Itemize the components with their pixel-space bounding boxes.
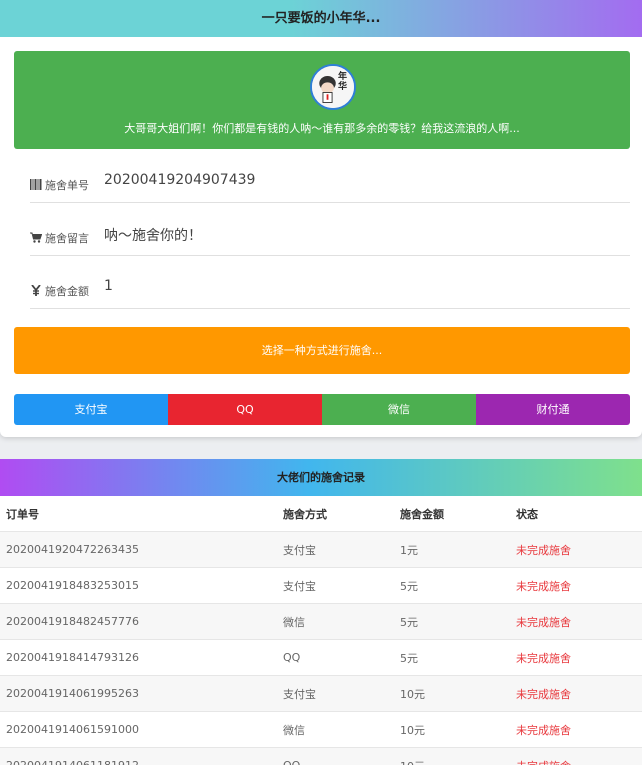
barcode-icon: [30, 177, 42, 191]
donation-card: 一只要饭的小年华... 年华 大哥哥大姐们啊！你们都是有钱的人呐～谁有那多余的零…: [0, 0, 642, 437]
amount-field: 施舍金额 1: [30, 276, 630, 309]
cell-method: 微信: [283, 711, 400, 748]
cart-icon: [30, 230, 42, 244]
qq-pay-button[interactable]: QQ: [168, 394, 322, 425]
cell-amount: 5元: [400, 567, 516, 604]
order-number-field: 施舍单号 20200419204907439: [30, 170, 630, 203]
tenpay-button[interactable]: 财付通: [476, 394, 630, 425]
table-row: 2020041914061995263 支付宝 10元 未完成施舍: [0, 675, 642, 712]
cell-amount: 5元: [400, 639, 516, 676]
cell-status: 未完成施舍: [516, 711, 642, 748]
cell-method: 支付宝: [283, 531, 400, 568]
cell-status: 未完成施舍: [516, 603, 642, 640]
cell-order: 2020041918414793126: [0, 639, 283, 676]
cell-amount: 10元: [400, 675, 516, 712]
cell-status: 未完成施舍: [516, 531, 642, 568]
cell-order: 2020041914061181912: [0, 747, 283, 765]
cell-status: 未完成施舍: [516, 675, 642, 712]
cell-order: 2020041918482457776: [0, 603, 283, 640]
column-header-order: 订单号: [0, 496, 283, 532]
column-header-amount: 施舍金额: [400, 496, 516, 532]
choose-payment-banner: 选择一种方式进行施舍...: [14, 327, 630, 374]
banner: 年华 大哥哥大姐们啊！你们都是有钱的人呐～谁有那多余的零钱？给我这流浪的人啊..…: [14, 51, 630, 149]
cell-status: 未完成施舍: [516, 639, 642, 676]
cell-order: 2020041914061995263: [0, 675, 283, 712]
cell-method: 支付宝: [283, 567, 400, 604]
cell-status: 未完成施舍: [516, 567, 642, 604]
wechat-pay-button[interactable]: 微信: [322, 394, 476, 425]
cell-amount: 10元: [400, 747, 516, 765]
cell-amount: 1元: [400, 531, 516, 568]
table-row: 2020041918414793126 QQ 5元 未完成施舍: [0, 639, 642, 676]
table-header-row: 订单号 施舍方式 施舍金额 状态: [0, 496, 642, 532]
cell-order: 2020041920472263435: [0, 531, 283, 568]
table-row: 2020041914061591000 微信 10元 未完成施舍: [0, 711, 642, 748]
cell-method: 微信: [283, 603, 400, 640]
avatar: 年华: [310, 64, 356, 110]
amount-input[interactable]: 1: [104, 278, 113, 294]
cell-method: 支付宝: [283, 675, 400, 712]
donation-records: 大佬们的施舍记录 订单号 施舍方式 施舍金额 状态 20200419204722…: [0, 459, 642, 765]
cell-status: 未完成施舍: [516, 747, 642, 765]
message-input[interactable]: 呐～施舍你的！: [104, 225, 202, 245]
table-row: 2020041918482457776 微信 5元 未完成施舍: [0, 603, 642, 640]
cell-amount: 10元: [400, 711, 516, 748]
cell-order: 2020041914061591000: [0, 711, 283, 748]
table-row: 2020041918483253015 支付宝 5元 未完成施舍: [0, 567, 642, 604]
cell-method: QQ: [283, 747, 400, 765]
cell-order: 2020041918483253015: [0, 567, 283, 604]
column-header-status: 状态: [516, 496, 642, 532]
message-field: 施舍留言 呐～施舍你的！: [30, 223, 630, 256]
cell-method: QQ: [283, 639, 400, 676]
alipay-button[interactable]: 支付宝: [14, 394, 168, 425]
table-row: 2020041920472263435 支付宝 1元 未完成施舍: [0, 531, 642, 568]
message-label: 施舍留言: [45, 232, 89, 245]
table-row: 2020041914061181912 QQ 10元 未完成施舍: [0, 747, 642, 765]
cell-amount: 5元: [400, 603, 516, 640]
avatar-text: 年华: [338, 72, 348, 92]
order-number-value[interactable]: 20200419204907439: [104, 172, 255, 188]
column-header-method: 施舍方式: [283, 496, 400, 532]
records-title: 大佬们的施舍记录: [0, 459, 642, 496]
records-table: 订单号 施舍方式 施舍金额 状态 2020041920472263435 支付宝…: [0, 496, 642, 765]
amount-label: 施舍金额: [45, 285, 89, 298]
page-title: 一只要饭的小年华...: [0, 0, 642, 37]
order-number-label: 施舍单号: [45, 179, 89, 192]
payment-methods: 支付宝 QQ 微信 财付通: [14, 394, 630, 425]
banner-message: 大哥哥大姐们啊！你们都是有钱的人呐～谁有那多余的零钱？给我这流浪的人啊...: [124, 122, 520, 135]
yen-icon: [30, 283, 42, 297]
